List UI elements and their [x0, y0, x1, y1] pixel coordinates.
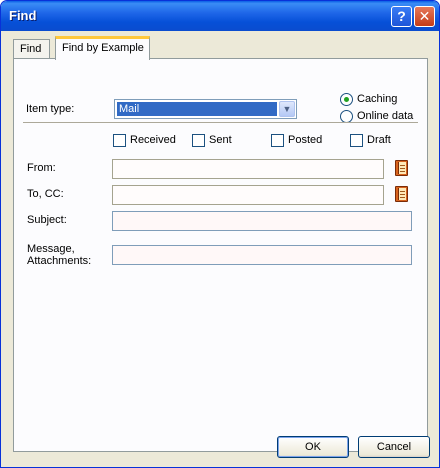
ok-button[interactable]: OK: [277, 436, 349, 458]
separator: [23, 122, 418, 123]
message-attachments-field[interactable]: [112, 245, 412, 265]
close-button[interactable]: ✕: [414, 6, 435, 27]
online-data-label: Online data: [357, 110, 414, 122]
address-book-icon[interactable]: [393, 159, 411, 177]
subject-label: Subject:: [27, 214, 67, 226]
to-cc-field[interactable]: [112, 185, 384, 205]
close-icon: ✕: [418, 8, 431, 24]
help-icon: ?: [397, 8, 406, 24]
help-button[interactable]: ?: [391, 6, 412, 27]
from-label: From:: [27, 162, 56, 174]
draft-label: Draft: [367, 134, 391, 146]
received-label: Received: [130, 134, 176, 146]
title-bar[interactable]: Find ? ✕: [1, 1, 439, 31]
sent-label: Sent: [209, 134, 232, 146]
caching-radio[interactable]: [340, 93, 353, 106]
draft-checkbox[interactable]: [350, 134, 363, 147]
window-title: Find: [9, 8, 37, 23]
item-type-value: Mail: [117, 102, 277, 116]
chevron-down-icon[interactable]: ▼: [279, 101, 295, 117]
message-label: Message,: [27, 243, 75, 255]
sent-checkbox[interactable]: [192, 134, 205, 147]
item-type-dropdown[interactable]: Mail ▼: [114, 99, 297, 119]
caching-label: Caching: [357, 93, 398, 105]
to-cc-label: To, CC:: [27, 188, 64, 200]
address-book-icon[interactable]: [393, 185, 411, 203]
item-type-label: Item type:: [26, 103, 75, 115]
tab-find[interactable]: Find: [13, 39, 50, 59]
tab-find-by-example[interactable]: Find by Example: [55, 36, 150, 60]
tab-label: Find: [20, 43, 42, 55]
find-by-example-panel: Item type: Mail ▼ Caching Online data Re…: [13, 58, 428, 452]
from-field[interactable]: [112, 159, 384, 179]
subject-field[interactable]: [112, 211, 412, 231]
cancel-button[interactable]: Cancel: [358, 436, 430, 458]
find-dialog: Find ? ✕ Find Find by Example Item type:…: [0, 0, 440, 468]
posted-checkbox[interactable]: [271, 134, 284, 147]
attachments-label: Attachments:: [27, 255, 92, 267]
received-checkbox[interactable]: [113, 134, 126, 147]
tab-label: Find by Example: [62, 42, 144, 54]
dialog-body: Find Find by Example Item type: Mail ▼ C…: [4, 31, 436, 465]
posted-label: Posted: [288, 134, 323, 146]
